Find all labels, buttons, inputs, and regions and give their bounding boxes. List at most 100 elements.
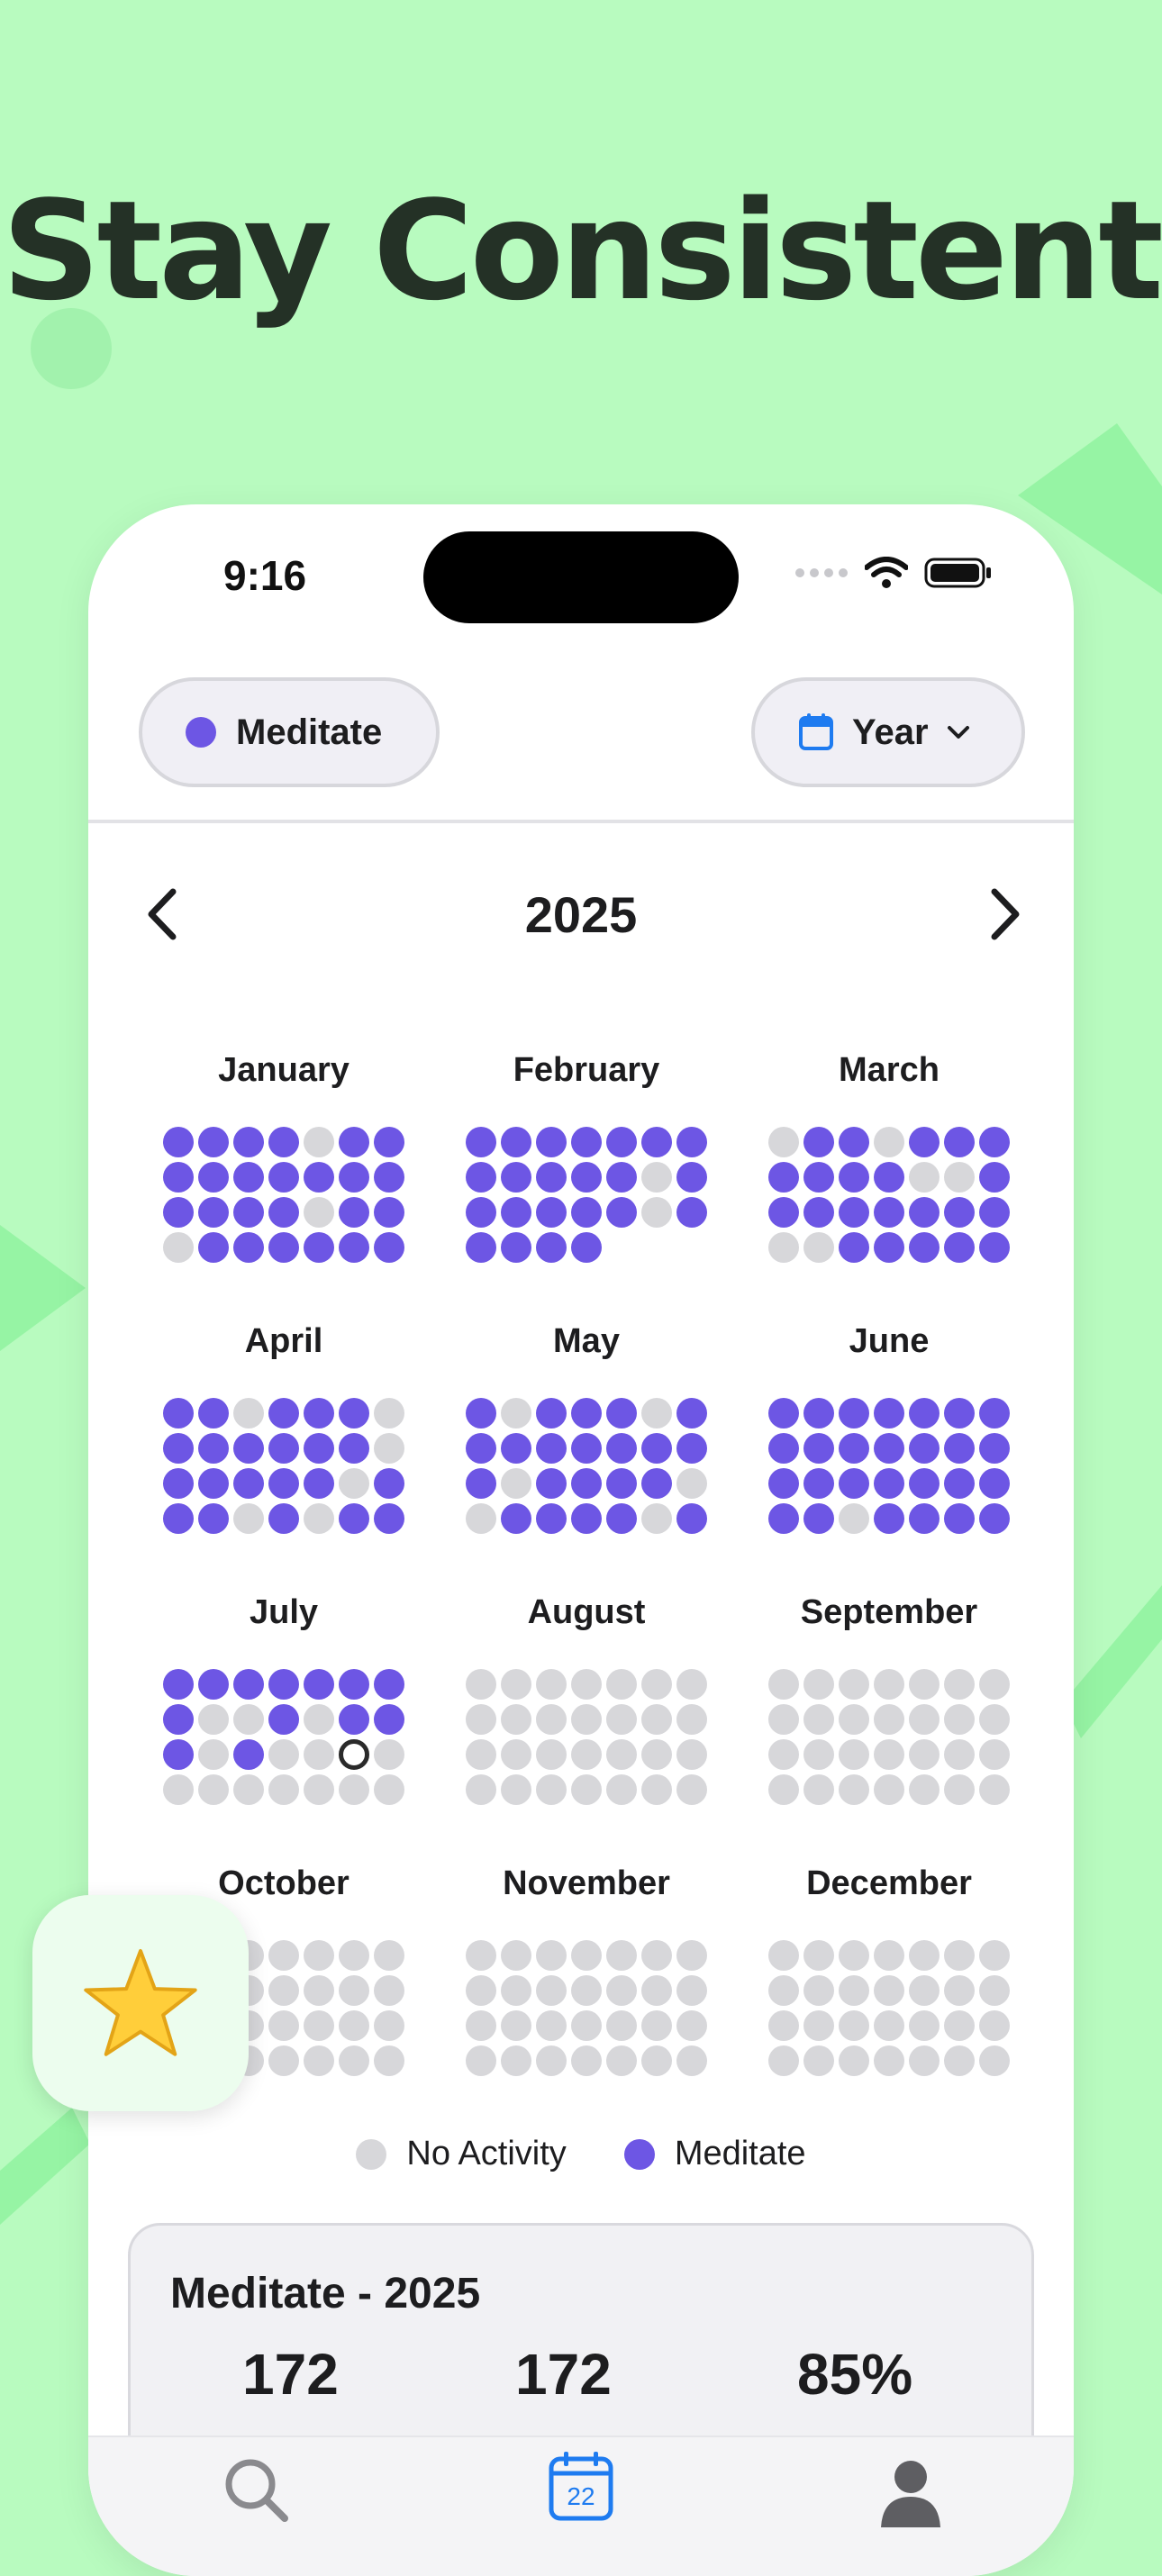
- day-dot[interactable]: [268, 1774, 299, 1805]
- day-dot[interactable]: [839, 1975, 869, 2006]
- day-dot[interactable]: [501, 1669, 531, 1700]
- day-dot[interactable]: [641, 1940, 672, 1971]
- day-dot[interactable]: [501, 1975, 531, 2006]
- day-dot[interactable]: [768, 1232, 799, 1263]
- day-dot[interactable]: [839, 2010, 869, 2041]
- day-dot[interactable]: [536, 1774, 567, 1805]
- day-dot[interactable]: [304, 1468, 334, 1499]
- day-dot[interactable]: [536, 1398, 567, 1429]
- day-dot[interactable]: [163, 1433, 194, 1464]
- day-dot[interactable]: [979, 1398, 1010, 1429]
- day-dot[interactable]: [768, 1739, 799, 1770]
- day-dot[interactable]: [466, 2010, 496, 2041]
- day-dot[interactable]: [304, 1433, 334, 1464]
- day-dot[interactable]: [374, 1468, 404, 1499]
- day-dot[interactable]: [768, 1197, 799, 1228]
- day-dot[interactable]: [198, 1774, 229, 1805]
- day-dot[interactable]: [803, 1232, 834, 1263]
- day-dot[interactable]: [339, 2010, 369, 2041]
- day-dot[interactable]: [909, 1739, 940, 1770]
- day-dot[interactable]: [304, 1197, 334, 1228]
- day-dot[interactable]: [198, 1398, 229, 1429]
- day-dot[interactable]: [163, 1468, 194, 1499]
- day-dot[interactable]: [163, 1197, 194, 1228]
- day-dot[interactable]: [606, 1197, 637, 1228]
- day-dot[interactable]: [803, 1398, 834, 1429]
- day-dot[interactable]: [909, 1503, 940, 1534]
- day-dot[interactable]: [676, 1669, 707, 1700]
- day-dot[interactable]: [571, 1704, 602, 1735]
- day-dot[interactable]: [268, 1468, 299, 1499]
- day-dot[interactable]: [198, 1468, 229, 1499]
- day-dot[interactable]: [606, 1433, 637, 1464]
- day-dot[interactable]: [874, 1704, 904, 1735]
- day-dot[interactable]: [839, 1940, 869, 1971]
- day-dot[interactable]: [466, 1774, 496, 1805]
- day-dot[interactable]: [501, 1774, 531, 1805]
- day-dot[interactable]: [374, 1127, 404, 1157]
- day-dot[interactable]: [606, 2010, 637, 2041]
- day-dot[interactable]: [839, 1774, 869, 1805]
- search-tab[interactable]: [216, 2450, 297, 2531]
- day-dot[interactable]: [909, 2010, 940, 2041]
- day-dot[interactable]: [641, 2010, 672, 2041]
- day-dot[interactable]: [676, 1503, 707, 1534]
- day-dot[interactable]: [163, 1503, 194, 1534]
- day-dot[interactable]: [944, 2010, 975, 2041]
- day-dot[interactable]: [233, 1774, 264, 1805]
- day-dot[interactable]: [571, 1468, 602, 1499]
- day-dot[interactable]: [676, 1975, 707, 2006]
- day-dot[interactable]: [571, 1433, 602, 1464]
- day-dot[interactable]: [233, 1398, 264, 1429]
- day-dot[interactable]: [466, 2045, 496, 2076]
- day-dot[interactable]: [198, 1127, 229, 1157]
- day-dot[interactable]: [944, 2045, 975, 2076]
- day-dot[interactable]: [374, 1398, 404, 1429]
- day-dot[interactable]: [839, 1468, 869, 1499]
- day-dot[interactable]: [944, 1162, 975, 1193]
- day-dot[interactable]: [374, 1197, 404, 1228]
- day-dot[interactable]: [874, 1774, 904, 1805]
- day-dot[interactable]: [339, 1503, 369, 1534]
- day-dot[interactable]: [198, 1232, 229, 1263]
- day-dot[interactable]: [268, 1162, 299, 1193]
- day-dot[interactable]: [803, 2045, 834, 2076]
- day-dot[interactable]: [198, 1433, 229, 1464]
- day-dot[interactable]: [979, 1975, 1010, 2006]
- range-selector[interactable]: Year: [751, 677, 1025, 787]
- day-dot[interactable]: [944, 1975, 975, 2006]
- day-dot[interactable]: [944, 1739, 975, 1770]
- day-dot[interactable]: [268, 1197, 299, 1228]
- day-dot[interactable]: [803, 1433, 834, 1464]
- day-dot[interactable]: [803, 1739, 834, 1770]
- day-dot[interactable]: [768, 1503, 799, 1534]
- day-dot[interactable]: [768, 1433, 799, 1464]
- day-dot[interactable]: [874, 1468, 904, 1499]
- day-dot[interactable]: [163, 1704, 194, 1735]
- day-dot[interactable]: [768, 1940, 799, 1971]
- day-dot[interactable]: [803, 1127, 834, 1157]
- day-dot[interactable]: [803, 1197, 834, 1228]
- day-dot[interactable]: [676, 1398, 707, 1429]
- day-dot[interactable]: [676, 1197, 707, 1228]
- day-dot[interactable]: [641, 1669, 672, 1700]
- day-dot[interactable]: [979, 1232, 1010, 1263]
- day-dot[interactable]: [803, 1468, 834, 1499]
- day-dot[interactable]: [839, 1398, 869, 1429]
- day-dot[interactable]: [233, 1197, 264, 1228]
- day-dot[interactable]: [163, 1739, 194, 1770]
- day-dot[interactable]: [641, 2045, 672, 2076]
- day-dot[interactable]: [768, 1398, 799, 1429]
- day-dot[interactable]: [374, 2045, 404, 2076]
- day-dot[interactable]: [233, 1232, 264, 1263]
- day-dot[interactable]: [641, 1704, 672, 1735]
- day-dot[interactable]: [803, 1940, 834, 1971]
- day-dot[interactable]: [304, 1669, 334, 1700]
- day-dot[interactable]: [676, 1774, 707, 1805]
- day-dot[interactable]: [304, 1127, 334, 1157]
- day-dot[interactable]: [501, 1503, 531, 1534]
- day-dot[interactable]: [339, 1162, 369, 1193]
- day-dot[interactable]: [163, 1127, 194, 1157]
- day-dot[interactable]: [501, 1940, 531, 1971]
- day-dot[interactable]: [944, 1704, 975, 1735]
